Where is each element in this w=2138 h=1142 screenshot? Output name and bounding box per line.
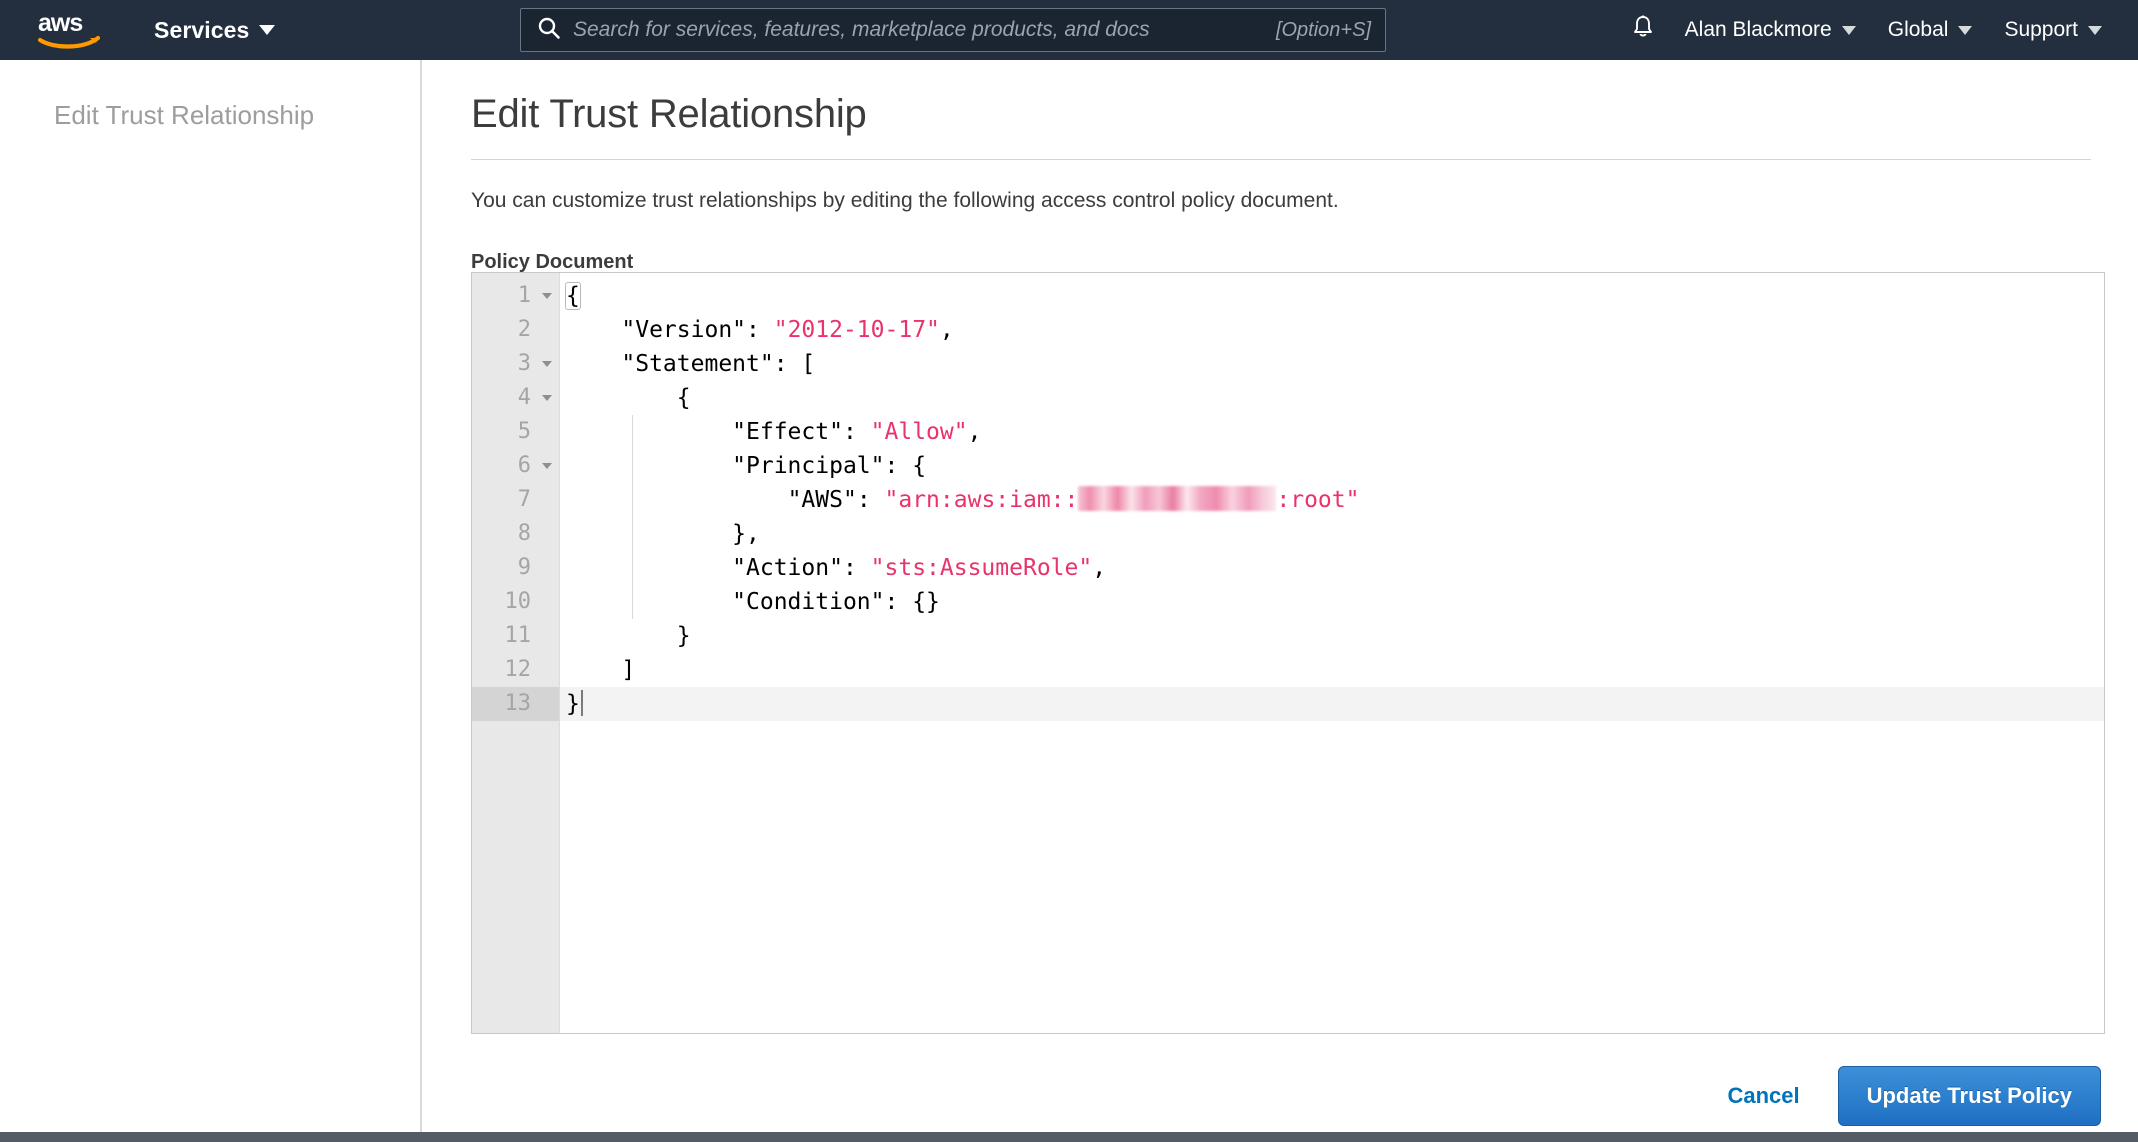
code-line: { xyxy=(560,381,2104,415)
code-line-active: } xyxy=(560,687,2104,721)
code-line: "AWS": "arn:aws:iam:::root" xyxy=(560,483,2104,517)
policy-document-editor[interactable]: 1 2 3 4 5 6 7 8 9 10 11 12 13 { "Version… xyxy=(471,272,2105,1034)
code-line: "Principal": { xyxy=(560,449,2104,483)
code-line: { xyxy=(560,279,2104,313)
form-actions: Cancel Update Trust Policy xyxy=(1719,1066,2101,1126)
gutter-line: 8 xyxy=(472,517,559,551)
region-menu-label: Global xyxy=(1888,18,1949,42)
line-number: 11 xyxy=(505,619,550,653)
json-string-arn-prefix: "arn:aws:iam:: xyxy=(885,487,1079,513)
json-string: "Allow" xyxy=(871,419,968,445)
chevron-down-icon xyxy=(1958,26,1972,35)
indent-guide xyxy=(632,415,633,619)
line-number: 8 xyxy=(518,517,549,551)
code-line: "Action": "sts:AssumeRole", xyxy=(560,551,2104,585)
gutter-line: 12 xyxy=(472,653,559,687)
gutter-line: 2 xyxy=(472,313,559,347)
region-menu-button[interactable]: Global xyxy=(1872,0,1989,60)
services-menu-button[interactable]: Services xyxy=(154,17,275,44)
main-content: Edit Trust Relationship You can customiz… xyxy=(424,60,2138,1142)
matching-bracket: { xyxy=(566,283,580,309)
json-key: "Condition" xyxy=(732,589,884,615)
support-menu-button[interactable]: Support xyxy=(1988,0,2118,60)
gutter-line: 6 xyxy=(472,449,559,483)
cancel-button[interactable]: Cancel xyxy=(1719,1077,1807,1115)
page-title: Edit Trust Relationship xyxy=(471,92,2138,137)
line-number: 13 xyxy=(505,687,550,721)
editor-gutter: 1 2 3 4 5 6 7 8 9 10 11 12 13 xyxy=(472,273,560,1033)
sidebar-item-edit-trust-relationship[interactable]: Edit Trust Relationship xyxy=(54,100,420,131)
global-search-box[interactable]: [Option+S] xyxy=(520,8,1386,52)
search-icon xyxy=(537,16,561,45)
aws-logo-icon[interactable]: aws xyxy=(38,9,102,51)
chevron-down-icon xyxy=(1842,26,1856,35)
json-key: "Version" xyxy=(621,317,746,343)
bell-icon xyxy=(1631,14,1655,46)
code-line: "Effect": "Allow", xyxy=(560,415,2104,449)
json-string: "2012-10-17" xyxy=(774,317,940,343)
title-divider xyxy=(471,159,2091,160)
code-line: }, xyxy=(560,517,2104,551)
json-string-arn-suffix: :root" xyxy=(1276,487,1359,513)
editor-code-area[interactable]: { "Version": "2012-10-17", "Statement": … xyxy=(560,273,2104,1033)
code-line: "Statement": [ xyxy=(560,347,2104,381)
policy-document-label: Policy Document xyxy=(471,251,2138,274)
gutter-line: 9 xyxy=(472,551,559,585)
sidebar: Edit Trust Relationship xyxy=(0,60,422,1142)
json-key: "Principal" xyxy=(732,453,884,479)
gutter-line: 3 xyxy=(472,347,559,381)
line-number: 10 xyxy=(505,585,550,619)
json-key: "Effect" xyxy=(732,419,843,445)
json-key: "Statement" xyxy=(621,351,773,377)
json-empty-object: {} xyxy=(912,589,940,615)
account-menu-label: Alan Blackmore xyxy=(1685,18,1832,42)
notifications-bell-button[interactable] xyxy=(1617,0,1669,60)
top-navigation-bar: aws Services [Option+S] xyxy=(0,0,2138,60)
json-key: "AWS" xyxy=(788,487,857,513)
line-number: 12 xyxy=(505,653,550,687)
gutter-line: 11 xyxy=(472,619,559,653)
fold-toggle-icon[interactable] xyxy=(541,381,553,415)
page-description: You can customize trust relationships by… xyxy=(471,189,2138,213)
chevron-down-icon xyxy=(259,25,275,35)
fold-toggle-icon[interactable] xyxy=(541,347,553,381)
redacted-account-id xyxy=(1078,486,1276,511)
code-line: } xyxy=(560,619,2104,653)
line-number: 2 xyxy=(518,313,549,347)
json-key: "Action" xyxy=(732,555,843,581)
bottom-strip xyxy=(0,1132,2138,1142)
gutter-line: 7 xyxy=(472,483,559,517)
gutter-line-active: 13 xyxy=(472,687,559,721)
code-line: ] xyxy=(560,653,2104,687)
line-number: 5 xyxy=(518,415,549,449)
search-input[interactable] xyxy=(573,18,1266,42)
fold-toggle-icon[interactable] xyxy=(541,279,553,313)
search-shortcut-hint: [Option+S] xyxy=(1276,19,1371,42)
account-menu-button[interactable]: Alan Blackmore xyxy=(1669,0,1872,60)
json-string: "sts:AssumeRole" xyxy=(871,555,1093,581)
code-line: "Condition": {} xyxy=(560,585,2104,619)
gutter-line: 10 xyxy=(472,585,559,619)
chevron-down-icon xyxy=(2088,26,2102,35)
text-cursor xyxy=(581,690,583,716)
gutter-line: 5 xyxy=(472,415,559,449)
top-navigation-right-group: Alan Blackmore Global Support xyxy=(1617,0,2118,60)
services-menu-label: Services xyxy=(154,17,249,44)
update-trust-policy-button[interactable]: Update Trust Policy xyxy=(1838,1066,2101,1126)
code-line: "Version": "2012-10-17", xyxy=(560,313,2104,347)
gutter-line: 1 xyxy=(472,279,559,313)
gutter-line: 4 xyxy=(472,381,559,415)
fold-toggle-icon[interactable] xyxy=(541,449,553,483)
line-number: 9 xyxy=(518,551,549,585)
svg-text:aws: aws xyxy=(38,9,82,37)
support-menu-label: Support xyxy=(2004,18,2078,42)
line-number: 7 xyxy=(518,483,549,517)
